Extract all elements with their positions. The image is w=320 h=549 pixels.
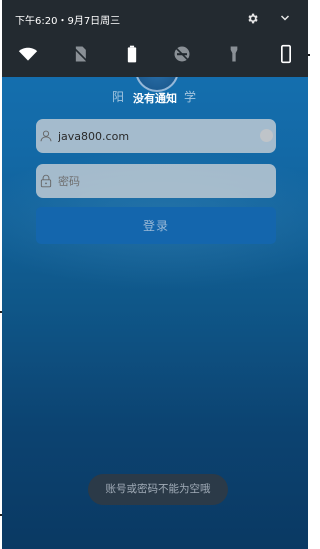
password-input[interactable]	[58, 164, 258, 198]
quick-settings-row	[2, 44, 308, 64]
battery-icon[interactable]	[122, 44, 142, 64]
wifi-icon[interactable]	[18, 44, 38, 64]
toast-message: 账号或密码不能为空哦	[88, 474, 228, 505]
user-icon	[39, 128, 53, 144]
dnd-off-icon[interactable]	[172, 44, 192, 64]
chevron-down-icon[interactable]	[279, 12, 291, 28]
app-screen: 阳学 下午6:20・9月7日周三 没有通知 java800.com 登录 账号或…	[2, 0, 308, 549]
login-button[interactable]: 登录	[36, 207, 276, 244]
notification-shade: 下午6:20・9月7日周三	[2, 0, 308, 77]
status-time-date: 下午6:20・9月7日周三	[15, 16, 121, 27]
lock-icon	[39, 173, 53, 189]
flashlight-icon[interactable]	[224, 44, 244, 64]
password-field	[36, 164, 276, 198]
phone-portrait-icon[interactable]	[276, 44, 296, 64]
username-input[interactable]	[58, 119, 258, 153]
no-notifications-text: 没有通知	[133, 92, 177, 105]
clear-username-button[interactable]	[260, 129, 273, 142]
gear-icon[interactable]	[246, 12, 259, 29]
username-field	[36, 119, 276, 153]
no-sim-icon[interactable]	[70, 44, 90, 64]
